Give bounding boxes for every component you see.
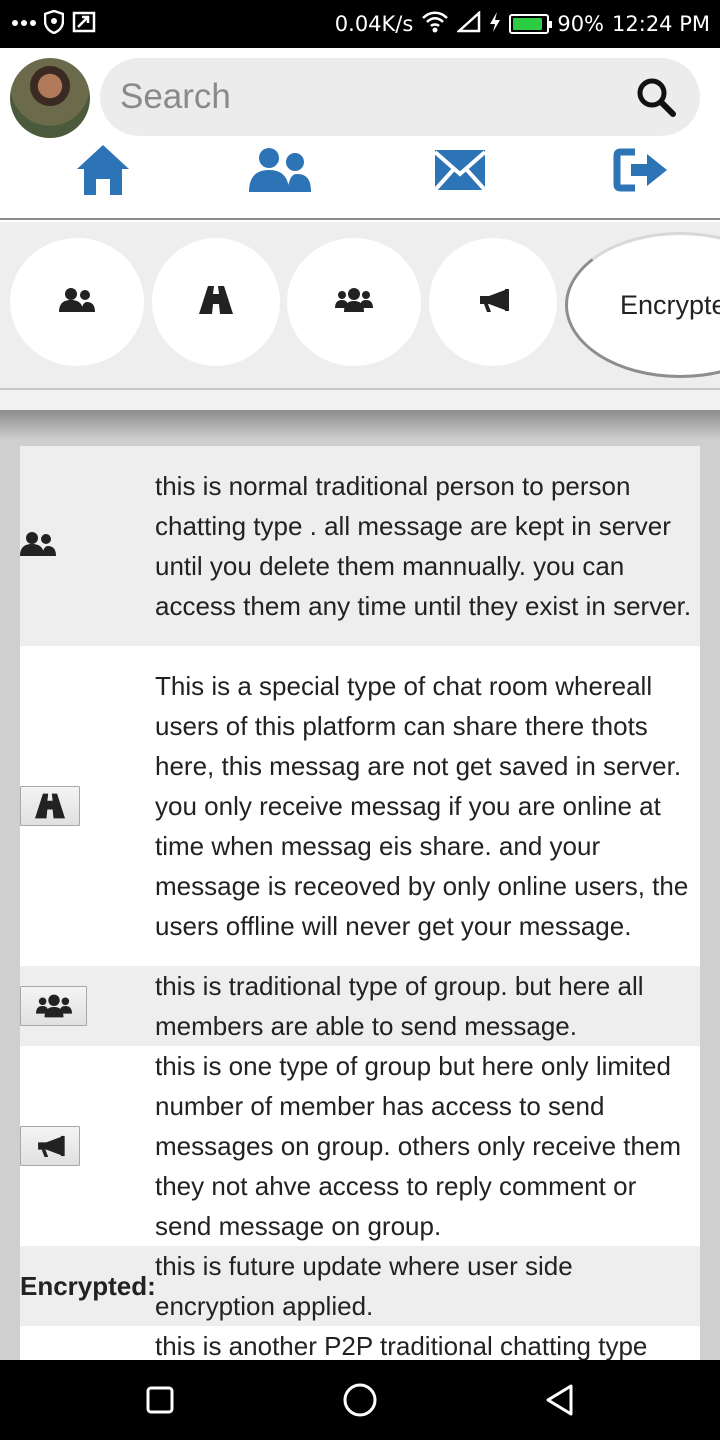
bullhorn-icon[interactable] [20,1126,80,1166]
shield-icon [43,9,65,39]
legend-description: this is future update where user side en… [155,1251,573,1321]
system-nav-bar [0,1360,720,1440]
legend-row: this is traditional type of group. but h… [20,966,700,1046]
legend-row: Encrypted: this is future update where u… [20,1246,700,1326]
legend-row: this is another P2P traditional chatting… [20,1326,700,1360]
legend-icon-cell [20,531,155,561]
chip-open-room[interactable] [152,238,280,366]
avatar[interactable] [10,58,90,138]
chip-person-to-person[interactable] [10,238,144,366]
legend-row: This is a special type of chat room wher… [20,646,700,966]
legend-description: this is another P2P traditional chatting… [155,1331,648,1360]
legend-row: this is normal traditional person to per… [20,446,700,646]
status-bar: 0.04K/s 90% 12:24 PM [0,0,720,48]
app-header [0,48,720,220]
users-group-icon [335,287,373,317]
legend-icon-cell [20,786,155,826]
legend-description: This is a special type of chat room wher… [155,671,689,941]
encrypted-label: Encrypted: [20,1270,156,1301]
recents-square-icon[interactable] [140,1380,180,1420]
legend-description: this is one type of group but here only … [155,1051,682,1241]
chip-broadcast[interactable] [429,238,557,366]
legend-description: this is traditional type of group. but h… [155,971,644,1041]
home-icon[interactable] [72,140,134,200]
legend-row: this is one type of group but here only … [20,1046,700,1246]
user-friends-icon [20,531,56,561]
users-group-icon[interactable] [20,986,87,1026]
envelope-icon[interactable] [432,140,488,200]
back-triangle-icon[interactable] [540,1380,580,1420]
users-icon[interactable] [246,140,314,200]
user-friends-icon [59,287,95,317]
chip-encrypted-label: Encrypted [620,289,720,320]
main-nav [0,140,720,200]
logout-icon[interactable] [612,140,670,200]
network-speed: 0.04K/s [334,12,414,36]
battery-percent: 90% [557,12,605,36]
clock: 12:24 PM [612,12,710,36]
chat-type-filter: Encrypted [0,222,720,390]
bullhorn-icon [477,288,509,317]
charging-icon [489,11,501,38]
more-dots-icon [12,15,36,33]
chip-group[interactable] [287,238,421,366]
chat-type-legend: this is normal traditional person to per… [0,410,720,1360]
legend-description: this is normal traditional person to per… [155,471,692,621]
search-icon[interactable] [632,73,680,121]
battery-icon [509,14,553,34]
divider [0,390,720,410]
road-icon [199,285,233,319]
legend-icon-cell [20,986,155,1026]
home-circle-icon[interactable] [340,1380,380,1420]
legend-icon-cell: Encrypted: [20,1270,156,1302]
legend-table: this is normal traditional person to per… [20,446,700,1360]
screen-cast-icon [72,11,96,38]
chip-encrypted[interactable]: Encrypted [565,232,720,378]
signal-icon [456,9,481,38]
search-input[interactable] [120,77,632,117]
road-icon[interactable] [20,786,80,826]
legend-icon-cell [20,1126,155,1166]
wifi-icon [421,11,449,38]
search-bar [100,58,700,136]
